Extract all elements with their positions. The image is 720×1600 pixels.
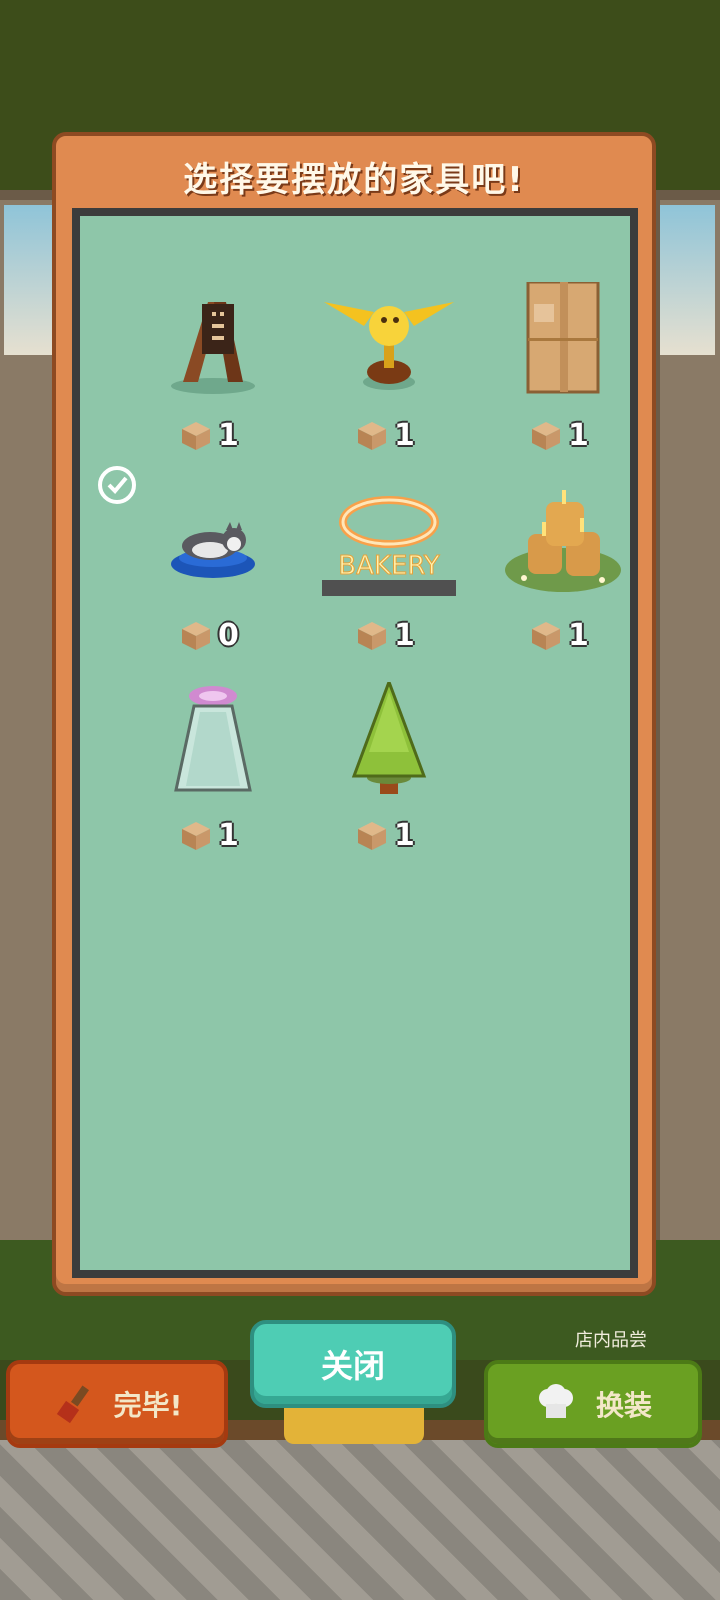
menu-sign-icon xyxy=(171,302,255,394)
furniture-select-dialog: 选择要摆放的家具吧! 1 1 1 0 BAKERY 1 1 1 1 xyxy=(52,132,656,1296)
item-count: 1 xyxy=(356,818,415,853)
golden-bird-trophy-icon xyxy=(324,302,454,390)
furniture-item-golden-bird-trophy[interactable]: 1 xyxy=(304,282,474,462)
box-icon xyxy=(358,621,386,650)
store-tasting-label: 店内品尝 xyxy=(575,1330,647,1351)
dialog-title: 选择要摆放的家具吧! xyxy=(183,160,525,200)
box-icon xyxy=(182,421,210,450)
furniture-item-cardboard-box[interactable]: 1 xyxy=(478,282,648,462)
item-count: 1 xyxy=(356,418,415,453)
item-count: 1 xyxy=(180,818,239,853)
done-button[interactable]: 完毕! xyxy=(6,1360,228,1448)
box-icon xyxy=(532,621,560,650)
item-count-number: 1 xyxy=(218,418,239,453)
pine-tree-icon xyxy=(351,682,427,794)
bakery-sign-text: BAKERY xyxy=(338,551,440,581)
glass-dome-lamp-icon xyxy=(174,686,252,792)
item-count: 1 xyxy=(356,618,415,653)
done-button-label: 完毕! xyxy=(113,1389,183,1422)
dress-up-button-label: 换装 xyxy=(595,1389,652,1422)
box-icon xyxy=(358,821,386,850)
item-count-number: 1 xyxy=(218,818,239,853)
furniture-grid: 1 1 1 0 BAKERY 1 1 1 1 xyxy=(72,208,638,1278)
background-wall-left xyxy=(0,200,60,1240)
furniture-item-glass-dome-lamp[interactable]: 1 xyxy=(128,682,298,862)
furniture-item-pine-tree[interactable]: 1 xyxy=(304,682,474,862)
item-count-number: 0 xyxy=(218,618,239,653)
furniture-item-menu-sign[interactable]: 1 xyxy=(128,282,298,462)
close-button-label: 关闭 xyxy=(320,1347,385,1385)
chef-hat-icon xyxy=(538,1384,573,1418)
box-icon xyxy=(182,821,210,850)
background-window-right xyxy=(660,205,715,355)
background-stone-path xyxy=(0,1440,720,1600)
item-count: 0 xyxy=(180,618,239,653)
item-count-number: 1 xyxy=(568,618,589,653)
furniture-item-cat-bed[interactable]: 0 xyxy=(98,466,298,662)
cardboard-box-icon xyxy=(526,282,600,394)
brush-icon xyxy=(56,1385,89,1424)
background-window-left xyxy=(4,205,59,355)
item-count-number: 1 xyxy=(394,818,415,853)
item-count: 1 xyxy=(180,418,239,453)
dress-up-button[interactable]: 换装 xyxy=(484,1360,702,1448)
item-count-number: 1 xyxy=(568,418,589,453)
item-count-number: 1 xyxy=(394,418,415,453)
cat-bed-icon xyxy=(171,522,255,578)
close-button[interactable]: 关闭 xyxy=(250,1320,456,1408)
item-count: 1 xyxy=(530,618,589,653)
item-count: 1 xyxy=(530,418,589,453)
background-wall-right xyxy=(660,200,720,1240)
candle-cluster-icon xyxy=(505,490,621,592)
furniture-item-bakery-neon-sign[interactable]: BAKERY 1 xyxy=(304,482,474,662)
box-icon xyxy=(532,421,560,450)
box-icon xyxy=(182,621,210,650)
box-icon xyxy=(358,421,386,450)
bakery-neon-sign-icon: BAKERY xyxy=(322,496,456,596)
furniture-item-candle-cluster[interactable]: 1 xyxy=(478,482,648,662)
item-count-number: 1 xyxy=(394,618,415,653)
